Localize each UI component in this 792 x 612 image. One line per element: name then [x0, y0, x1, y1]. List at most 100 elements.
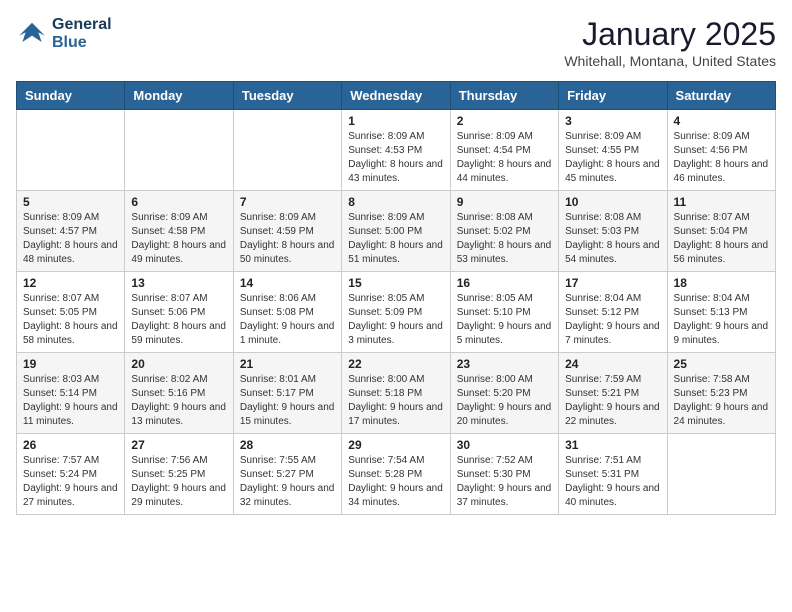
- cell-content: Sunrise: 8:09 AM Sunset: 4:54 PM Dayligh…: [457, 130, 552, 186]
- day-number: 1: [348, 114, 443, 128]
- calendar-cell: [17, 110, 125, 191]
- day-number: 11: [674, 195, 769, 209]
- weekday-header: Monday: [125, 82, 233, 110]
- calendar-cell: 21Sunrise: 8:01 AM Sunset: 5:17 PM Dayli…: [233, 353, 341, 434]
- weekday-header: Thursday: [450, 82, 558, 110]
- cell-content: Sunrise: 8:04 AM Sunset: 5:12 PM Dayligh…: [565, 292, 660, 348]
- calendar-cell: [233, 110, 341, 191]
- day-number: 8: [348, 195, 443, 209]
- day-number: 22: [348, 357, 443, 371]
- day-number: 6: [131, 195, 226, 209]
- cell-content: Sunrise: 8:04 AM Sunset: 5:13 PM Dayligh…: [674, 292, 769, 348]
- cell-content: Sunrise: 8:09 AM Sunset: 4:53 PM Dayligh…: [348, 130, 443, 186]
- day-number: 24: [565, 357, 660, 371]
- calendar-cell: 22 Sunrise: 8:00 AM Sunset: 5:18 PM Dayli…: [342, 353, 450, 434]
- day-number: 14: [240, 276, 335, 290]
- calendar-cell: 16 Sunrise: 8:05 AM Sunset: 5:10 PM Dayli…: [450, 272, 558, 353]
- calendar-cell: 27Sunrise: 7:56 AM Sunset: 5:25 PM Dayli…: [125, 434, 233, 515]
- cell-content: Sunrise: 8:05 AM Sunset: 5:10 PM Dayligh…: [457, 292, 552, 348]
- day-number: 29: [348, 438, 443, 452]
- weekday-header: Sunday: [17, 82, 125, 110]
- calendar-week-row: 12 Sunrise: 8:07 AM Sunset: 5:05 PM Dayli…: [17, 272, 776, 353]
- logo-text: General Blue: [52, 16, 112, 51]
- day-number: 31: [565, 438, 660, 452]
- day-number: 19: [23, 357, 118, 371]
- cell-content: Sunrise: 8:07 AM Sunset: 5:05 PM Dayligh…: [23, 292, 118, 348]
- cell-content: Sunrise: 8:09 AM Sunset: 4:55 PM Dayligh…: [565, 130, 660, 186]
- cell-content: Sunrise: 8:09 AM Sunset: 4:58 PM Dayligh…: [131, 211, 226, 267]
- day-number: 13: [131, 276, 226, 290]
- weekday-header-row: SundayMondayTuesdayWednesdayThursdayFrid…: [17, 82, 776, 110]
- cell-content: Sunrise: 8:09 AM Sunset: 4:59 PM Dayligh…: [240, 211, 335, 267]
- calendar-cell: 3 Sunrise: 8:09 AM Sunset: 4:55 PM Daylig…: [559, 110, 667, 191]
- calendar-cell: 25 Sunrise: 7:58 AM Sunset: 5:23 PM Dayli…: [667, 353, 775, 434]
- cell-content: Sunrise: 8:02 AM Sunset: 5:16 PM Dayligh…: [131, 373, 226, 429]
- calendar-cell: [667, 434, 775, 515]
- calendar-cell: 4Sunrise: 8:09 AM Sunset: 4:56 PM Daylig…: [667, 110, 775, 191]
- cell-content: Sunrise: 7:55 AM Sunset: 5:27 PM Dayligh…: [240, 454, 335, 510]
- cell-content: Sunrise: 8:09 AM Sunset: 4:57 PM Dayligh…: [23, 211, 118, 267]
- calendar-cell: 10 Sunrise: 8:08 AM Sunset: 5:03 PM Dayli…: [559, 191, 667, 272]
- day-number: 7: [240, 195, 335, 209]
- calendar-week-row: 5 Sunrise: 8:09 AM Sunset: 4:57 PM Daylig…: [17, 191, 776, 272]
- day-number: 4: [674, 114, 769, 128]
- calendar-cell: 24 Sunrise: 7:59 AM Sunset: 5:21 PM Dayli…: [559, 353, 667, 434]
- day-number: 20: [131, 357, 226, 371]
- calendar-cell: 23 Sunrise: 8:00 AM Sunset: 5:20 PM Dayli…: [450, 353, 558, 434]
- calendar-cell: 8 Sunrise: 8:09 AM Sunset: 5:00 PM Daylig…: [342, 191, 450, 272]
- day-number: 18: [674, 276, 769, 290]
- cell-content: Sunrise: 8:07 AM Sunset: 5:04 PM Dayligh…: [674, 211, 769, 267]
- calendar-cell: 18 Sunrise: 8:04 AM Sunset: 5:13 PM Dayli…: [667, 272, 775, 353]
- calendar-cell: 15 Sunrise: 8:05 AM Sunset: 5:09 PM Dayli…: [342, 272, 450, 353]
- cell-content: Sunrise: 8:08 AM Sunset: 5:02 PM Dayligh…: [457, 211, 552, 267]
- day-number: 12: [23, 276, 118, 290]
- day-number: 3: [565, 114, 660, 128]
- cell-content: Sunrise: 8:00 AM Sunset: 5:18 PM Dayligh…: [348, 373, 443, 429]
- day-number: 2: [457, 114, 552, 128]
- calendar-cell: 11 Sunrise: 8:07 AM Sunset: 5:04 PM Dayli…: [667, 191, 775, 272]
- day-number: 28: [240, 438, 335, 452]
- day-number: 17: [565, 276, 660, 290]
- cell-content: Sunrise: 8:03 AM Sunset: 5:14 PM Dayligh…: [23, 373, 118, 429]
- calendar-cell: 31Sunrise: 7:51 AM Sunset: 5:31 PM Dayli…: [559, 434, 667, 515]
- calendar-cell: 17 Sunrise: 8:04 AM Sunset: 5:12 PM Dayli…: [559, 272, 667, 353]
- calendar-week-row: 1 Sunrise: 8:09 AM Sunset: 4:53 PM Daylig…: [17, 110, 776, 191]
- weekday-header: Tuesday: [233, 82, 341, 110]
- day-number: 10: [565, 195, 660, 209]
- calendar-cell: 6 Sunrise: 8:09 AM Sunset: 4:58 PM Daylig…: [125, 191, 233, 272]
- cell-content: Sunrise: 8:05 AM Sunset: 5:09 PM Dayligh…: [348, 292, 443, 348]
- day-number: 23: [457, 357, 552, 371]
- day-number: 21: [240, 357, 335, 371]
- day-number: 25: [674, 357, 769, 371]
- weekday-header: Wednesday: [342, 82, 450, 110]
- calendar-cell: 9 Sunrise: 8:08 AM Sunset: 5:02 PM Daylig…: [450, 191, 558, 272]
- cell-content: Sunrise: 8:00 AM Sunset: 5:20 PM Dayligh…: [457, 373, 552, 429]
- location-text: Whitehall, Montana, United States: [564, 53, 776, 69]
- day-number: 15: [348, 276, 443, 290]
- cell-content: Sunrise: 7:59 AM Sunset: 5:21 PM Dayligh…: [565, 373, 660, 429]
- month-title: January 2025: [564, 16, 776, 53]
- calendar-cell: 30 Sunrise: 7:52 AM Sunset: 5:30 PM Dayli…: [450, 434, 558, 515]
- cell-content: Sunrise: 8:08 AM Sunset: 5:03 PM Dayligh…: [565, 211, 660, 267]
- calendar-cell: 14 Sunrise: 8:06 AM Sunset: 5:08 PM Dayli…: [233, 272, 341, 353]
- calendar-cell: 5 Sunrise: 8:09 AM Sunset: 4:57 PM Daylig…: [17, 191, 125, 272]
- calendar-week-row: 19 Sunrise: 8:03 AM Sunset: 5:14 PM Dayli…: [17, 353, 776, 434]
- page-header: General Blue January 2025 Whitehall, Mon…: [16, 16, 776, 69]
- calendar-cell: 29Sunrise: 7:54 AM Sunset: 5:28 PM Dayli…: [342, 434, 450, 515]
- cell-content: Sunrise: 7:58 AM Sunset: 5:23 PM Dayligh…: [674, 373, 769, 429]
- calendar-cell: 2 Sunrise: 8:09 AM Sunset: 4:54 PM Daylig…: [450, 110, 558, 191]
- calendar-cell: 1 Sunrise: 8:09 AM Sunset: 4:53 PM Daylig…: [342, 110, 450, 191]
- day-number: 9: [457, 195, 552, 209]
- day-number: 16: [457, 276, 552, 290]
- weekday-header: Friday: [559, 82, 667, 110]
- calendar-cell: 13Sunrise: 8:07 AM Sunset: 5:06 PM Dayli…: [125, 272, 233, 353]
- calendar-cell: [125, 110, 233, 191]
- day-number: 27: [131, 438, 226, 452]
- logo-icon: [16, 18, 48, 50]
- day-number: 30: [457, 438, 552, 452]
- day-number: 5: [23, 195, 118, 209]
- cell-content: Sunrise: 8:06 AM Sunset: 5:08 PM Dayligh…: [240, 292, 335, 348]
- cell-content: Sunrise: 8:09 AM Sunset: 5:00 PM Dayligh…: [348, 211, 443, 267]
- cell-content: Sunrise: 7:52 AM Sunset: 5:30 PM Dayligh…: [457, 454, 552, 510]
- calendar-cell: 20 Sunrise: 8:02 AM Sunset: 5:16 PM Dayli…: [125, 353, 233, 434]
